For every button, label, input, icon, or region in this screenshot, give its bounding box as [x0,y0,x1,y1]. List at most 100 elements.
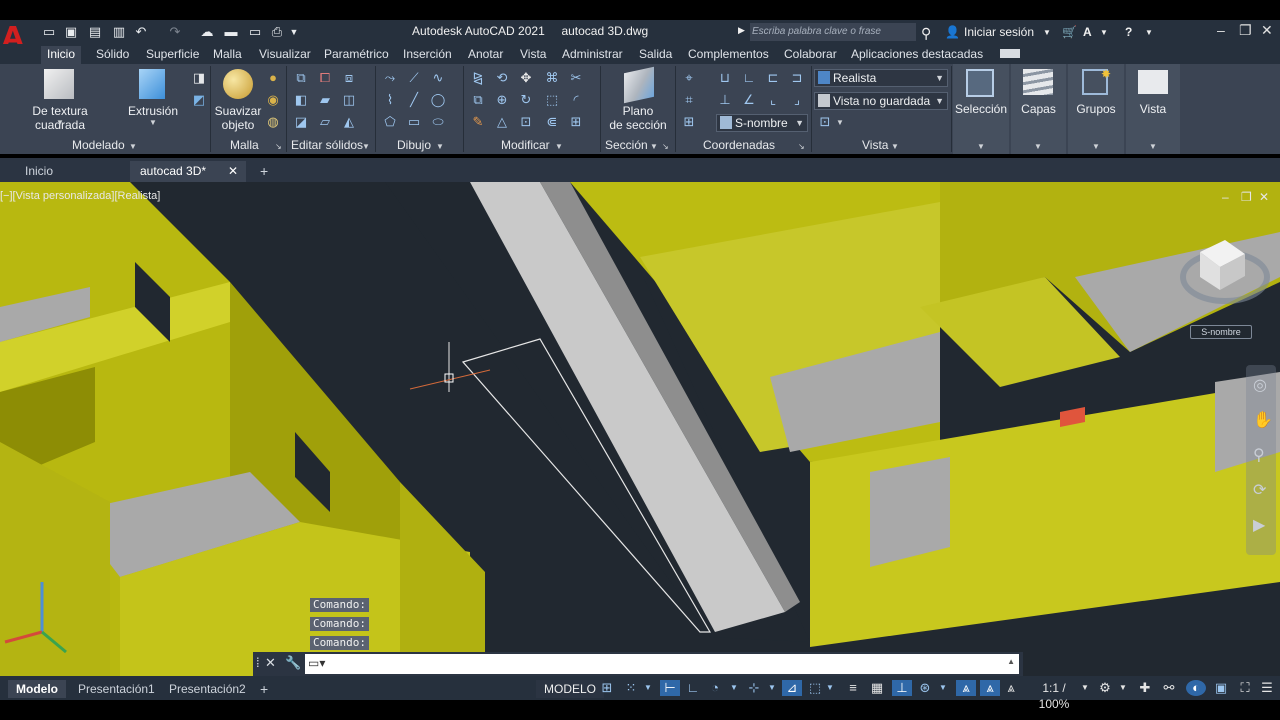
selection-cycling-icon[interactable]: ⊛ [916,680,934,696]
malla-launcher-icon[interactable]: ↘ [275,142,282,151]
thicken-icon[interactable]: ▰ [316,92,334,108]
coordenadas-launcher-icon[interactable]: ↘ [798,142,805,151]
fullscreen-icon[interactable]: ⛶ [1236,680,1254,696]
3d-osnap-dropdown-icon[interactable]: ▼ [825,680,835,696]
panel-label-coordenadas[interactable]: Coordenadas [703,138,775,152]
dynamic-ucs-icon[interactable]: ⊥ [892,680,912,696]
saved-view-dropdown[interactable]: Vista no guardada ▼ [814,92,948,110]
extract-edges-icon[interactable]: ◫ [340,92,358,108]
viewports-icon[interactable]: ⊡ [816,114,834,130]
object-snap-icon[interactable]: ⊿ [782,680,802,696]
section-plane-button[interactable]: Plano de sección [604,104,672,132]
snap-dropdown-icon[interactable]: ▼ [643,680,653,696]
plus-icon[interactable]: ✚ [1136,680,1154,696]
auto-scale-icon[interactable]: ⩓ [980,680,1000,696]
panel-label-dibujo[interactable]: Dibujo [397,138,431,152]
scale-icon[interactable]: ⊡ [517,114,535,130]
viewport-close-icon[interactable]: ✕ [1259,190,1269,204]
folder-icon[interactable]: ▬ [222,24,240,40]
search-icon[interactable]: ⚲ [921,25,931,42]
help-icon[interactable]: ? [1125,25,1132,39]
doc-tab-inicio[interactable]: Inicio [15,161,63,182]
polyline-icon[interactable]: ⤳ [381,70,399,86]
3d-move-icon[interactable]: ⊕ [493,92,511,108]
viewcube-ucs-menu[interactable]: S-nombre [1190,325,1252,339]
autodesk-a360-icon[interactable]: A [1083,25,1092,39]
tab-salida[interactable]: Salida [639,46,672,64]
extrude-button[interactable]: Extrusión [124,104,182,118]
scale-dropdown-icon[interactable]: ▼ [1080,680,1090,696]
selection-flyout[interactable]: Selección ▼ [953,64,1009,154]
signin-dropdown-icon[interactable]: ▼ [1043,28,1051,37]
layers-flyout[interactable]: Capas ▼ [1011,64,1066,154]
open-folder-icon[interactable]: ▭ [40,24,58,40]
ucs-world-icon[interactable]: ⊔ [716,70,734,86]
panel-label-malla[interactable]: Malla [230,138,259,152]
model-space-button[interactable]: MODELO [536,680,605,698]
annotation-visibility-icon[interactable]: ⩓ [956,680,976,696]
matchprop-icon[interactable]: ✎ [469,114,487,130]
panel-label-editar-solidos[interactable]: Editar sólidos [291,138,363,152]
grid-icon[interactable]: ⊞ [598,680,616,696]
search-input[interactable]: Escriba palabra clave o frase [750,23,916,41]
separate-icon[interactable]: ◭ [340,114,358,130]
visual-style-dropdown[interactable]: Realista ▼ [814,69,948,87]
mesh-refine-icon[interactable]: ◉ [264,92,282,108]
slice-icon[interactable]: ◧ [292,92,310,108]
subtract-icon[interactable]: ⧠ [316,70,334,86]
seccion-expand-icon[interactable]: ▼ [650,142,658,151]
ucs-named-dropdown[interactable]: S-nombre ▼ [716,114,808,132]
panel-label-seccion[interactable]: Sección [605,138,648,152]
rotate-icon[interactable]: ↻ [517,92,535,108]
extrude-icon[interactable] [139,69,165,99]
search-expand-icon[interactable]: ▶ [738,25,745,36]
tab-administrar[interactable]: Administrar [562,46,623,64]
command-prompt-icon[interactable]: ▭▾ [308,656,325,670]
save-as-icon[interactable]: ▤ [86,24,104,40]
annotation-scale-value[interactable]: 1:1 / 100% [1026,680,1082,711]
command-customize-icon[interactable]: 🔧 [285,655,301,671]
rectangle-icon[interactable]: ▭ [405,114,423,130]
line-icon[interactable]: ⟋ [405,70,423,86]
quick-access-dropdown-icon[interactable]: ▼ [288,24,300,40]
tab-colaborar[interactable]: Colaborar [784,46,837,64]
clean-screen-icon[interactable]: ▣ [1212,680,1230,696]
modelado-expand-icon[interactable]: ▼ [129,142,137,151]
ucs-x-icon[interactable]: ⌞ [764,92,782,108]
box-dropdown-icon[interactable]: ▼ [56,118,64,127]
viewport-controls-label[interactable]: [−][Vista personalizada][Realista] [0,190,160,202]
polygon-icon[interactable]: ⬠ [381,114,399,130]
hardware-acceleration-icon[interactable]: ◐ [1186,680,1206,696]
isolate-objects-icon[interactable]: ⚯ [1160,680,1178,696]
ucs-z-icon[interactable]: ⊏ [764,70,782,86]
layout-tab-presentacion2[interactable]: Presentación2 [161,680,254,698]
command-input[interactable]: ▭▾ ▲ [305,654,1019,674]
tab-inicio[interactable]: Inicio [41,46,82,64]
new-tab-icon[interactable]: + [250,161,278,182]
tab-anotar[interactable]: Anotar [468,46,503,64]
ucs-view-icon[interactable]: ⊐ [788,70,806,86]
signin-link[interactable]: Iniciar sesión [964,25,1034,39]
ucs-origin-icon[interactable]: ∟ [740,70,758,86]
panel-label-modificar[interactable]: Modificar [501,138,550,152]
trim-icon[interactable]: ✂ [567,70,585,86]
command-history-toggle-icon[interactable]: ▲ [1007,657,1015,666]
ucs-object-icon[interactable]: ⊥ [716,92,734,108]
annotation-scale-icon[interactable]: ⩓ [1003,680,1019,696]
mirror-icon[interactable]: ⧎ [469,70,487,86]
close-tab-icon[interactable]: ✕ [228,161,238,181]
customization-menu-icon[interactable]: ☰ [1258,680,1276,696]
snap-icon[interactable]: ⁙ [622,680,640,696]
presspull-icon[interactable]: ◨ [190,70,208,86]
lineweight-icon[interactable]: ≡ [844,680,862,696]
tab-malla[interactable]: Malla [213,46,242,64]
tab-parametrico[interactable]: Paramétrico [324,46,389,64]
object-snap-tracking-icon[interactable]: ⊹ [745,680,763,696]
tab-complementos[interactable]: Complementos [688,46,769,64]
extrude-dropdown-icon[interactable]: ▼ [149,118,157,127]
transparency-icon[interactable]: ▦ [868,680,886,696]
ucs-y-icon[interactable]: ⌟ [788,92,806,108]
shell-icon[interactable]: ▱ [316,114,334,130]
stretch-icon[interactable]: ⬚ [543,92,561,108]
modificar-expand-icon[interactable]: ▼ [555,142,563,151]
